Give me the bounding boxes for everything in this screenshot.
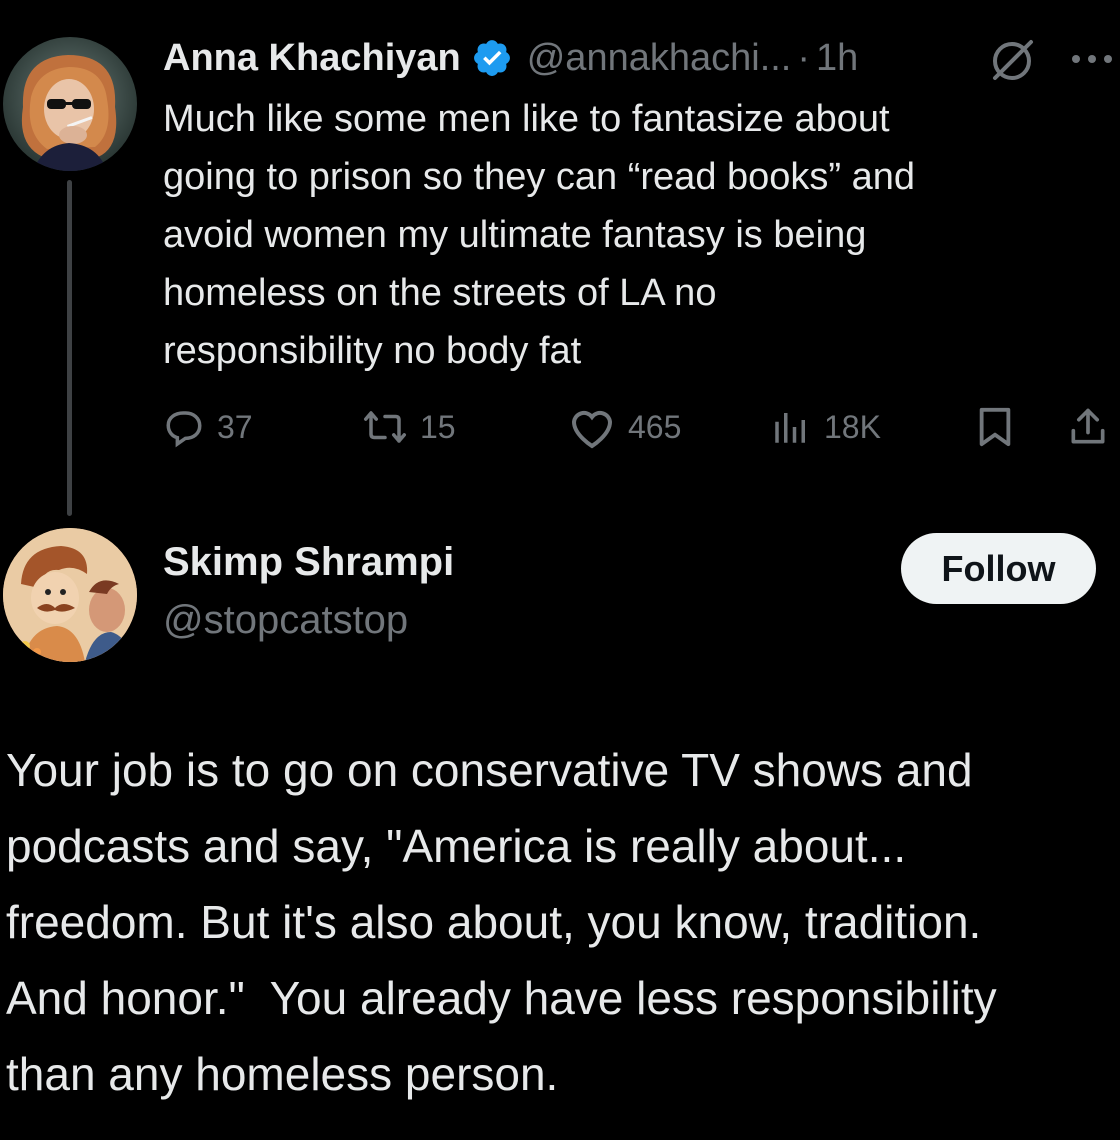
tweet-text-line: Much like some men like to fantasize abo…	[163, 98, 890, 140]
separator-dot: ·	[797, 36, 811, 79]
reply-icon	[166, 411, 202, 448]
reply-text-line: freedom. But it's also about, you know, …	[6, 896, 982, 948]
reply-author-handle[interactable]: @stopcatstop	[163, 598, 408, 643]
view-count: 18K	[824, 408, 881, 445]
reply-text-line: And honor." You already have less respon…	[6, 972, 997, 1024]
views-button[interactable]: 18K	[770, 402, 881, 452]
bookmark-icon	[979, 407, 1011, 447]
reply-button[interactable]: 37	[163, 402, 253, 452]
repost-count: 15	[420, 408, 456, 445]
tweet-body: Much like some men like to fantasize abo…	[163, 90, 1113, 380]
more-horizontal-icon[interactable]	[1068, 52, 1116, 66]
grok-icon[interactable]	[985, 34, 1039, 88]
reply-body: Your job is to go on conservative TV sho…	[6, 732, 1118, 1112]
avatar-anna-khachiyan[interactable]	[3, 37, 137, 171]
bookmark-button[interactable]	[974, 402, 1016, 452]
like-button[interactable]: 465	[568, 402, 681, 452]
reply-text-line: than any homeless person.	[6, 1048, 559, 1100]
verified-badge-icon	[471, 37, 513, 79]
like-count: 465	[628, 408, 682, 445]
reply-text-line: podcasts and say, "America is really abo…	[6, 820, 907, 872]
share-icon	[1071, 408, 1105, 444]
reply-text-line: Your job is to go on conservative TV sho…	[6, 744, 973, 796]
author-name[interactable]: Anna Khachiyan	[163, 37, 461, 80]
tweet-text-line: responsibility no body fat	[163, 330, 582, 372]
repost-icon	[364, 411, 406, 443]
heart-icon	[571, 410, 613, 449]
reply-count: 37	[217, 408, 253, 445]
follow-button[interactable]: Follow	[901, 533, 1096, 604]
tweet-text-line: homeless on the streets of LA no	[163, 272, 717, 314]
repost-button[interactable]: 15	[362, 402, 456, 452]
tweet-header: Anna Khachiyan @annakhachi... · 1h	[163, 30, 858, 86]
author-handle[interactable]: @annakhachi...	[527, 37, 792, 80]
reply-author-name[interactable]: Skimp Shrampi	[163, 540, 454, 585]
share-button[interactable]	[1066, 402, 1110, 452]
tweet-text-line: going to prison so they can “read books”…	[163, 156, 916, 198]
tweet-timestamp[interactable]: 1h	[816, 37, 858, 80]
tweet-text-line: avoid women my ultimate fantasy is being	[163, 214, 867, 256]
thread-connector-line	[67, 180, 72, 516]
avatar-skimp-shrampi[interactable]	[3, 528, 137, 662]
views-chart-icon	[775, 413, 805, 443]
